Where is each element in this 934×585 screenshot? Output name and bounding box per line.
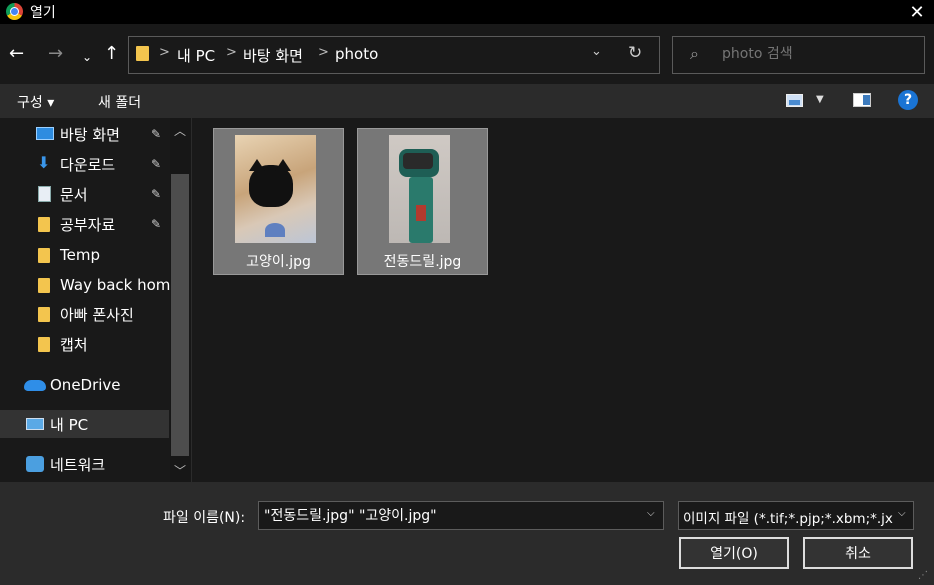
scrollbar-thumb[interactable] bbox=[171, 174, 189, 456]
change-view-icon[interactable] bbox=[786, 94, 803, 107]
folder-icon bbox=[136, 46, 149, 61]
sidebar-item-label: Temp bbox=[60, 246, 100, 264]
sidebar-item-onedrive[interactable]: OneDrive bbox=[0, 371, 170, 399]
sidebar-item-label: Way back home bbox=[60, 276, 180, 294]
preview-pane-icon[interactable] bbox=[853, 93, 871, 107]
sidebar-item-desktop[interactable]: 바탕 화면 ✎ bbox=[0, 120, 170, 148]
sidebar-item-way-back-home[interactable]: Way back home bbox=[0, 271, 180, 299]
sidebar-item-downloads[interactable]: ⬇ 다운로드 ✎ bbox=[0, 150, 170, 178]
bottom-panel bbox=[0, 482, 934, 585]
sidebar-item-study[interactable]: 공부자료 ✎ bbox=[0, 210, 170, 238]
drill-thumbnail bbox=[389, 135, 450, 243]
sidebar-item-capture[interactable]: 캡처 bbox=[0, 330, 170, 358]
folder-icon bbox=[38, 278, 50, 293]
sidebar-item-label: 내 PC bbox=[50, 415, 89, 434]
open-button[interactable]: 열기(O) bbox=[679, 537, 789, 569]
download-icon: ⬇ bbox=[37, 153, 51, 172]
organize-button[interactable]: 구성 ▾ bbox=[17, 92, 54, 112]
search-input[interactable] bbox=[722, 46, 912, 62]
sidebar-item-dad-photos[interactable]: 아빠 폰사진 bbox=[0, 300, 170, 328]
cancel-button[interactable]: 취소 bbox=[803, 537, 913, 569]
sidebar-item-label: OneDrive bbox=[50, 376, 121, 394]
chevron-right-icon[interactable]: > bbox=[318, 45, 329, 60]
window-title: 열기 bbox=[30, 5, 56, 21]
chevron-right-icon[interactable]: > bbox=[226, 45, 237, 60]
pin-icon: ✎ bbox=[151, 187, 162, 201]
search-icon: ⌕ bbox=[690, 44, 699, 63]
sidebar-item-label: 다운로드 bbox=[60, 155, 116, 174]
onedrive-icon bbox=[24, 380, 46, 391]
desktop-icon bbox=[36, 127, 54, 140]
chevron-down-icon[interactable]: ⌄ bbox=[591, 44, 602, 59]
scroll-up-icon[interactable]: ︿ bbox=[174, 122, 186, 139]
cat-thumbnail bbox=[235, 135, 316, 243]
forward-button[interactable]: → bbox=[48, 44, 63, 64]
sidebar-item-label: 공부자료 bbox=[60, 215, 116, 234]
pin-icon: ✎ bbox=[151, 217, 162, 231]
network-icon bbox=[26, 456, 44, 472]
sidebar-item-documents[interactable]: 문서 ✎ bbox=[0, 180, 170, 208]
chevron-down-icon[interactable]: ⌵ bbox=[898, 508, 906, 519]
sidebar-item-network[interactable]: 네트워크 bbox=[0, 450, 170, 478]
sidebar-item-label: 캡처 bbox=[60, 335, 88, 354]
recent-locations-chevron-icon[interactable]: ⌄ bbox=[82, 47, 92, 67]
folder-icon bbox=[38, 248, 50, 263]
chevron-down-icon[interactable]: ⌵ bbox=[647, 508, 655, 519]
resize-grip-icon[interactable]: ⋰ bbox=[918, 570, 928, 581]
sidebar-item-label: 네트워크 bbox=[50, 455, 106, 474]
breadcrumb-photo[interactable]: photo bbox=[335, 45, 378, 63]
up-button[interactable]: ↑ bbox=[104, 44, 119, 64]
filename-label: 파일 이름(N): bbox=[163, 510, 246, 526]
pc-icon bbox=[26, 418, 44, 430]
view-options-chevron-icon[interactable]: ▼ bbox=[816, 94, 824, 105]
document-icon bbox=[38, 186, 51, 202]
folder-icon bbox=[38, 217, 50, 232]
filename-input[interactable] bbox=[264, 507, 634, 523]
refresh-icon[interactable]: ↻ bbox=[628, 43, 642, 63]
sidebar-item-temp[interactable]: Temp bbox=[0, 241, 170, 269]
new-folder-button[interactable]: 새 폴더 bbox=[98, 92, 141, 112]
folder-icon bbox=[38, 337, 50, 352]
chrome-icon bbox=[6, 3, 23, 20]
back-button[interactable]: ← bbox=[9, 44, 24, 64]
pin-icon: ✎ bbox=[151, 127, 162, 141]
close-button[interactable]: ✕ bbox=[900, 0, 934, 24]
scroll-down-icon[interactable]: ﹀ bbox=[174, 462, 186, 479]
sidebar-item-my-pc[interactable]: 내 PC bbox=[0, 410, 170, 438]
breadcrumb-desktop[interactable]: 바탕 화면 bbox=[243, 45, 303, 66]
chevron-right-icon[interactable]: > bbox=[159, 45, 170, 60]
folder-icon bbox=[38, 307, 50, 322]
file-name: 고양이.jpg bbox=[246, 254, 311, 270]
help-icon[interactable]: ? bbox=[898, 90, 918, 110]
sidebar-item-label: 아빠 폰사진 bbox=[60, 305, 134, 324]
file-name: 전동드릴.jpg bbox=[383, 254, 462, 270]
sidebar-item-label: 바탕 화면 bbox=[60, 125, 120, 144]
sidebar-item-label: 문서 bbox=[60, 185, 88, 204]
breadcrumb-my-pc[interactable]: 내 PC bbox=[177, 45, 215, 66]
pin-icon: ✎ bbox=[151, 157, 162, 171]
filetype-value: 이미지 파일 (*.tif;*.pjp;*.xbm;*.jx bbox=[683, 511, 893, 527]
title-bar bbox=[0, 0, 934, 24]
